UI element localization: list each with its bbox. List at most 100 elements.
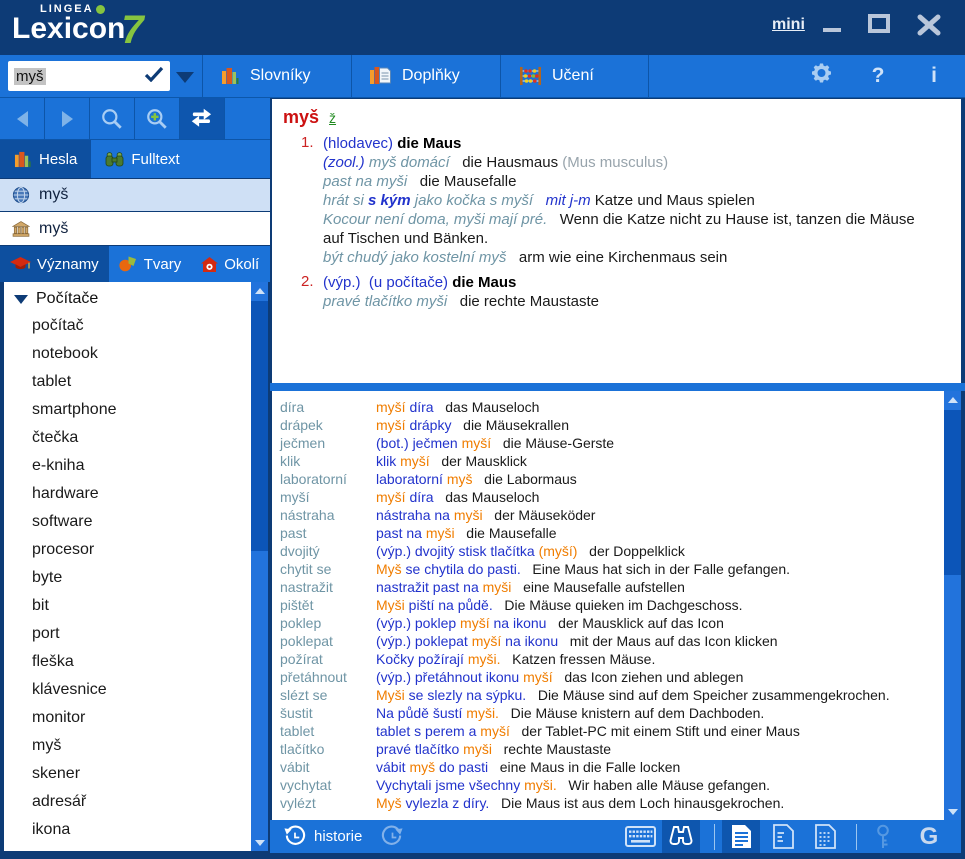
colloc-row[interactable]: drápekmyší drápky die Mäusekrallen	[272, 416, 944, 434]
category-collapse-icon[interactable]	[14, 295, 28, 304]
search-button[interactable]	[90, 98, 135, 139]
colloc-row[interactable]: tablettablet s perem a myší der Tablet-P…	[272, 722, 944, 740]
scrollbar-thumb[interactable]	[251, 301, 268, 551]
view-detailed-entry-button[interactable]	[806, 820, 844, 853]
word-item[interactable]: fleška	[4, 648, 268, 676]
view-full-entry-button[interactable]	[722, 820, 760, 853]
scrollbar-thumb[interactable]	[944, 410, 961, 575]
search-confirm-icon[interactable]	[144, 66, 164, 87]
scroll-down-button[interactable]	[944, 803, 961, 820]
text-segment: Wir haben alle Mäuse gefangen.	[557, 777, 770, 793]
tab-doplnky[interactable]: Doplňky	[351, 55, 500, 97]
word-item[interactable]: myš	[4, 732, 268, 760]
word-item[interactable]: počítač	[4, 312, 268, 340]
fulltext-search-button[interactable]	[662, 820, 700, 853]
word-item[interactable]: tablet	[4, 368, 268, 396]
word-item[interactable]: hardware	[4, 480, 268, 508]
colloc-scrollbar[interactable]	[944, 391, 961, 820]
search-input[interactable]: myš	[8, 61, 170, 91]
colloc-keyword: klik	[272, 452, 376, 470]
tab-tvary[interactable]: Tvary	[109, 246, 192, 282]
license-key-button[interactable]	[868, 820, 898, 853]
colloc-row[interactable]: dvojitý(výp.) dvojitý stisk tlačítka (my…	[272, 542, 944, 560]
search-zoom-button[interactable]	[135, 98, 180, 139]
colloc-row[interactable]: laboratornílaboratorní myš die Labormaus	[272, 470, 944, 488]
search-dropdown-icon[interactable]	[176, 72, 194, 83]
word-item[interactable]: monitor	[4, 704, 268, 732]
colloc-row[interactable]: přetáhnout(výp.) přetáhnout ikonu myší d…	[272, 668, 944, 686]
settings-button[interactable]	[809, 61, 835, 91]
keyboard-button[interactable]	[622, 820, 658, 853]
word-item[interactable]: software	[4, 508, 268, 536]
close-button[interactable]	[916, 14, 942, 36]
view-short-entry-button[interactable]	[764, 820, 802, 853]
word-list-scrollbar[interactable]	[251, 282, 268, 851]
colloc-row[interactable]: tlačítkopravé tlačítko myši rechte Maust…	[272, 740, 944, 758]
globe-icon	[12, 186, 30, 204]
tab-slovniky[interactable]: Slovníky	[202, 55, 351, 97]
colloc-row[interactable]: pastpast na myši die Mausefalle	[272, 524, 944, 542]
back-button[interactable]	[0, 98, 45, 139]
word-item[interactable]: e-kniha	[4, 452, 268, 480]
tab-fulltext[interactable]: Fulltext	[91, 140, 193, 178]
swap-direction-button[interactable]	[180, 98, 225, 139]
tab-vyznamy[interactable]: Významy	[0, 246, 109, 282]
word-item[interactable]: klávesnice	[4, 676, 268, 704]
colloc-row[interactable]: nástrahanástraha na myši der Mäuseköder	[272, 506, 944, 524]
result-label: myš	[39, 186, 68, 204]
panel-splitter[interactable]	[270, 383, 965, 391]
google-search-button[interactable]: G	[914, 820, 944, 853]
colloc-keyword: přetáhnout	[272, 668, 376, 686]
mini-mode-link[interactable]: mini	[772, 16, 805, 34]
colloc-row[interactable]: klikklik myší der Mausklick	[272, 452, 944, 470]
text-segment: myší	[376, 399, 406, 415]
colloc-row[interactable]: poklep(výp.) poklep myší na ikonu der Ma…	[272, 614, 944, 632]
maximize-button[interactable]	[868, 14, 890, 33]
word-item[interactable]: ikona	[4, 816, 268, 844]
colloc-row[interactable]: poklepat(výp.) poklepat myší na ikonu mi…	[272, 632, 944, 650]
colloc-row[interactable]: ječmen(bot.) ječmen myší die Mäuse-Gerst…	[272, 434, 944, 452]
scroll-up-button[interactable]	[944, 391, 961, 408]
word-item[interactable]: skener	[4, 760, 268, 788]
info-button[interactable]: i	[921, 64, 947, 88]
category-row[interactable]: Počítače	[4, 282, 268, 312]
word-item[interactable]: procesor	[4, 536, 268, 564]
tab-uceni[interactable]: Učení	[500, 55, 649, 97]
tab-okoli[interactable]: Okolí	[191, 246, 269, 282]
colloc-row[interactable]: slézt seMyši se slezly na sýpku. Die Mäu…	[272, 686, 944, 704]
forward-button[interactable]	[45, 98, 90, 139]
tab-hesla[interactable]: Hesla	[0, 140, 91, 178]
word-item[interactable]: adresář	[4, 788, 268, 816]
colloc-row[interactable]: nastražitnastražit past na myši eine Mau…	[272, 578, 944, 596]
colloc-row[interactable]: myšímyší díra das Mauseloch	[272, 488, 944, 506]
word-item[interactable]: smartphone	[4, 396, 268, 424]
colloc-row[interactable]: pištětMyši piští na půdě. Die Mäuse quie…	[272, 596, 944, 614]
text-segment: die Mäusekrallen	[451, 417, 569, 433]
word-item[interactable]: čtečka	[4, 424, 268, 452]
text-segment: drápky	[406, 417, 452, 433]
colloc-phrase: nástraha na myši der Mäuseköder	[376, 506, 944, 524]
scroll-down-button[interactable]	[251, 834, 268, 851]
colloc-row[interactable]: vyléztMyš vylezla z díry. Die Maus ist a…	[272, 794, 944, 812]
scroll-up-button[interactable]	[251, 282, 268, 299]
word-item[interactable]: port	[4, 620, 268, 648]
colloc-keyword: díra	[272, 398, 376, 416]
colloc-row[interactable]: vychytatVychytali jsme všechny myši. Wir…	[272, 776, 944, 794]
word-item[interactable]: bit	[4, 592, 268, 620]
text-segment: (hlodavec)	[323, 135, 397, 152]
result-item-selected[interactable]: myš	[0, 178, 270, 212]
colloc-phrase: Myš vylezla z díry. Die Maus ist aus dem…	[376, 794, 944, 812]
minimize-button[interactable]	[822, 14, 842, 34]
word-item[interactable]: byte	[4, 564, 268, 592]
entry-line: být chudý jako kostelní myš arm wie eine…	[323, 248, 938, 267]
colloc-row[interactable]: chytit seMyš se chytila do pasti. Eine M…	[272, 560, 944, 578]
colloc-row[interactable]: díramyší díra das Mauseloch	[272, 398, 944, 416]
word-item[interactable]: notebook	[4, 340, 268, 368]
history-forward-button[interactable]	[378, 820, 406, 853]
history-back-button[interactable]	[280, 820, 308, 853]
colloc-row[interactable]: požíratKočky požírají myši. Katzen fress…	[272, 650, 944, 668]
help-button[interactable]: ?	[865, 64, 891, 88]
colloc-row[interactable]: vábitvábit myš do pasti eine Maus in die…	[272, 758, 944, 776]
result-item[interactable]: myš	[0, 212, 270, 246]
colloc-row[interactable]: šustitNa půdě šustí myši. Die Mäuse knis…	[272, 704, 944, 722]
